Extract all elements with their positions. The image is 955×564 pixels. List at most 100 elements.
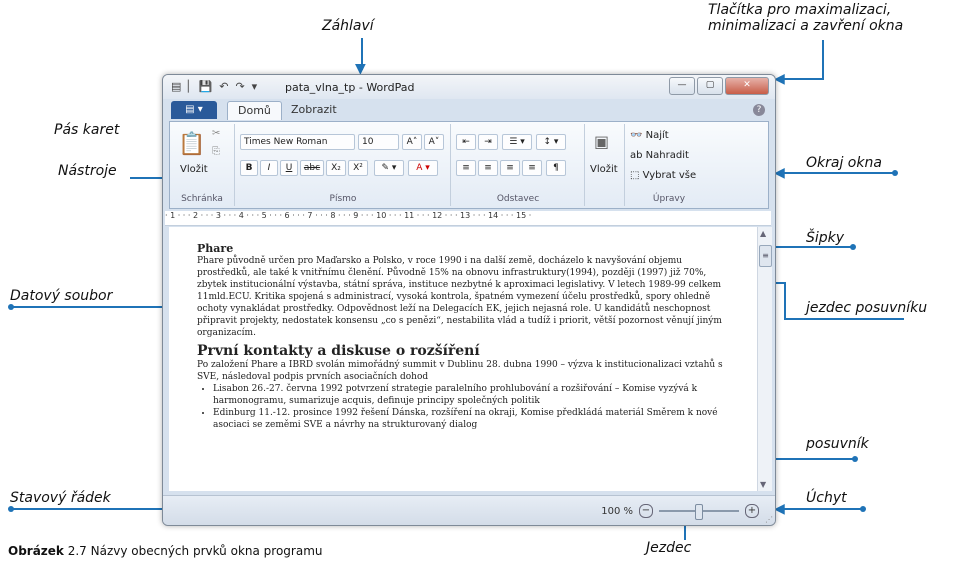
minimize-button[interactable]: — [669,77,695,95]
align-right-button[interactable]: ≡ [500,160,520,176]
list-item: Edinburg 11.-12. prosince 1992 řešení Dá… [213,407,727,431]
zoom-control: 100 % − + [601,504,759,520]
line-spacing-button[interactable]: ↕ ▾ [536,134,566,150]
cut-icon[interactable]: ✂ [212,128,220,139]
group-label-odstavec: Odstavec [496,194,540,204]
save-icon[interactable]: 💾 [199,80,213,93]
zoom-slider[interactable] [659,504,739,520]
leader-sipky [770,246,854,248]
callout-zahlavi: Záhlaví [322,18,374,34]
find-label: Najít [645,130,669,141]
application-menu-button[interactable]: ▤ ▾ [171,101,217,119]
italic-button[interactable]: I [260,160,278,176]
help-icon[interactable]: ? [753,104,765,116]
title-bar[interactable]: ▤ │ 💾 ↶ ↷ ▾ pata_vlna_tp - WordPad — ▢ ✕ [163,75,775,99]
highlight-color-button[interactable]: ✎ ▾ [374,160,404,176]
group-vlozit: ▣ Vložit [586,124,625,206]
tab-zobrazit[interactable]: Zobrazit [281,101,347,119]
replace-icon: ab [630,150,643,161]
group-label-pismo: Písmo [329,194,357,204]
group-schranka: 📋 Vložit ✂ ⎘ Schránka [170,124,235,206]
callout-jezdec: Jezdec [646,540,692,556]
group-upravy: 👓 Najít ab Nahradit ⬚ Vybrat vše Úpravy [626,124,712,206]
callout-stavovy-radek: Stavový řádek [10,490,111,506]
binoculars-icon: 👓 [630,130,643,141]
clipboard-icon[interactable]: 📋 [178,132,205,157]
decrease-indent-button[interactable]: ⇤ [456,134,476,150]
callout-datovy-soubor: Datový soubor [10,288,113,304]
select-all-icon: ⬚ [630,170,640,181]
redo-icon[interactable]: ↷ [235,80,244,93]
close-button[interactable]: ✕ [725,77,769,95]
font-size-select[interactable]: 10 [358,134,399,150]
tab-domu[interactable]: Domů [227,101,282,120]
leader-buttons-h [780,78,824,80]
subscript-button[interactable]: X₂ [326,160,346,176]
find-button[interactable]: 👓 Najít [630,130,669,141]
bullets-button[interactable]: ☰ ▾ [502,134,532,150]
grow-font-button[interactable]: A˄ [402,134,422,150]
scroll-down-arrow[interactable]: ▼ [760,480,766,489]
zoom-out-icon[interactable]: − [639,504,653,518]
caption-label: Obrázek [8,544,64,558]
replace-label: Nahradit [645,150,689,161]
replace-button[interactable]: ab Nahradit [630,150,689,161]
zoom-slider-thumb[interactable] [695,504,703,520]
document-area[interactable]: Phare Phare původně určen pro Maďarsko a… [169,227,757,491]
leader-buttons [822,40,824,78]
vertical-scrollbar[interactable]: ▲ ≡ ▼ [757,227,772,491]
dot-datovy [8,304,14,310]
scroll-up-arrow[interactable]: ▲ [760,229,766,238]
font-color-button[interactable]: A ▾ [408,160,438,176]
callout-nastroje: Nástroje [58,163,117,179]
dot-posuvnik [852,456,858,462]
align-center-button[interactable]: ≡ [478,160,498,176]
dot-stavovy [8,506,14,512]
increase-indent-button[interactable]: ⇥ [478,134,498,150]
window-buttons: — ▢ ✕ [669,77,769,95]
callout-uchyt: Úchyt [806,490,847,506]
leader-okraj [782,172,894,174]
ribbon: 📋 Vložit ✂ ⎘ Schránka Times New Roman 10… [169,121,769,209]
paragraph-button[interactable]: ¶ [546,160,566,176]
callout-pas-karet: Pás karet [54,122,120,138]
insert-picture-icon[interactable]: ▣ [594,132,609,151]
leader-jezdec-posuvniku [784,318,904,320]
shrink-font-button[interactable]: A˅ [424,134,444,150]
scrollbar-thumb[interactable]: ≡ [759,245,772,267]
app-icon[interactable]: ▤ [171,80,181,93]
align-left-button[interactable]: ≡ [456,160,476,176]
copy-icon[interactable]: ⎘ [212,146,220,157]
group-odstavec: ⇤ ⇥ ☰ ▾ ↕ ▾ ≡ ≡ ≡ ≡ ¶ Odstavec [452,124,585,206]
ruler[interactable]: · 1 · · · 2 · · · 3 · · · 4 · · · 5 · · … [165,211,771,226]
heading-kontakty: První kontakty a diskuse o rozšíření [197,343,480,359]
superscript-button[interactable]: X² [348,160,368,176]
dot-sipky [850,244,856,250]
bold-button[interactable]: B [240,160,258,176]
status-bar: 100 % − + ⋰ [163,495,775,525]
strikethrough-button[interactable]: abc [300,160,324,176]
select-all-button[interactable]: ⬚ Vybrat vše [630,170,696,181]
paragraph-kontakty: Po založení Phare a IBRD svolán mimořádn… [197,360,723,382]
justify-button[interactable]: ≡ [522,160,542,176]
insert-button[interactable]: Vložit [590,164,618,175]
leader-jezdec-posuvniku-v [784,282,786,318]
group-label-upravy: Úpravy [652,194,686,204]
paste-button[interactable]: Vložit [180,164,208,175]
font-name-select[interactable]: Times New Roman [240,134,355,150]
paragraph-phare: Phare původně určen pro Maďarsko a Polsk… [197,256,722,338]
figure-caption: Obrázek 2.7 Názvy obecných prvků okna pr… [8,544,323,558]
maximize-button[interactable]: ▢ [697,77,723,95]
callout-okraj-okna: Okraj okna [806,155,882,171]
callout-posuvnik: posuvník [806,436,869,452]
undo-icon[interactable]: ↶ [219,80,228,93]
resize-grip-icon[interactable]: ⋰ [765,515,773,524]
list-item: Lisabon 26.-27. června 1992 potvrzení st… [213,383,727,407]
underline-button[interactable]: U [280,160,298,176]
zoom-in-icon[interactable]: + [745,504,759,518]
group-label-schranka: Schránka [181,194,223,204]
dot-uchyt [860,506,866,512]
caption-text: 2.7 Názvy obecných prvků okna programu [63,544,323,558]
customize-qat-icon[interactable]: ▾ [252,80,258,93]
document-content: Phare Phare původně určen pro Maďarsko a… [197,243,727,431]
